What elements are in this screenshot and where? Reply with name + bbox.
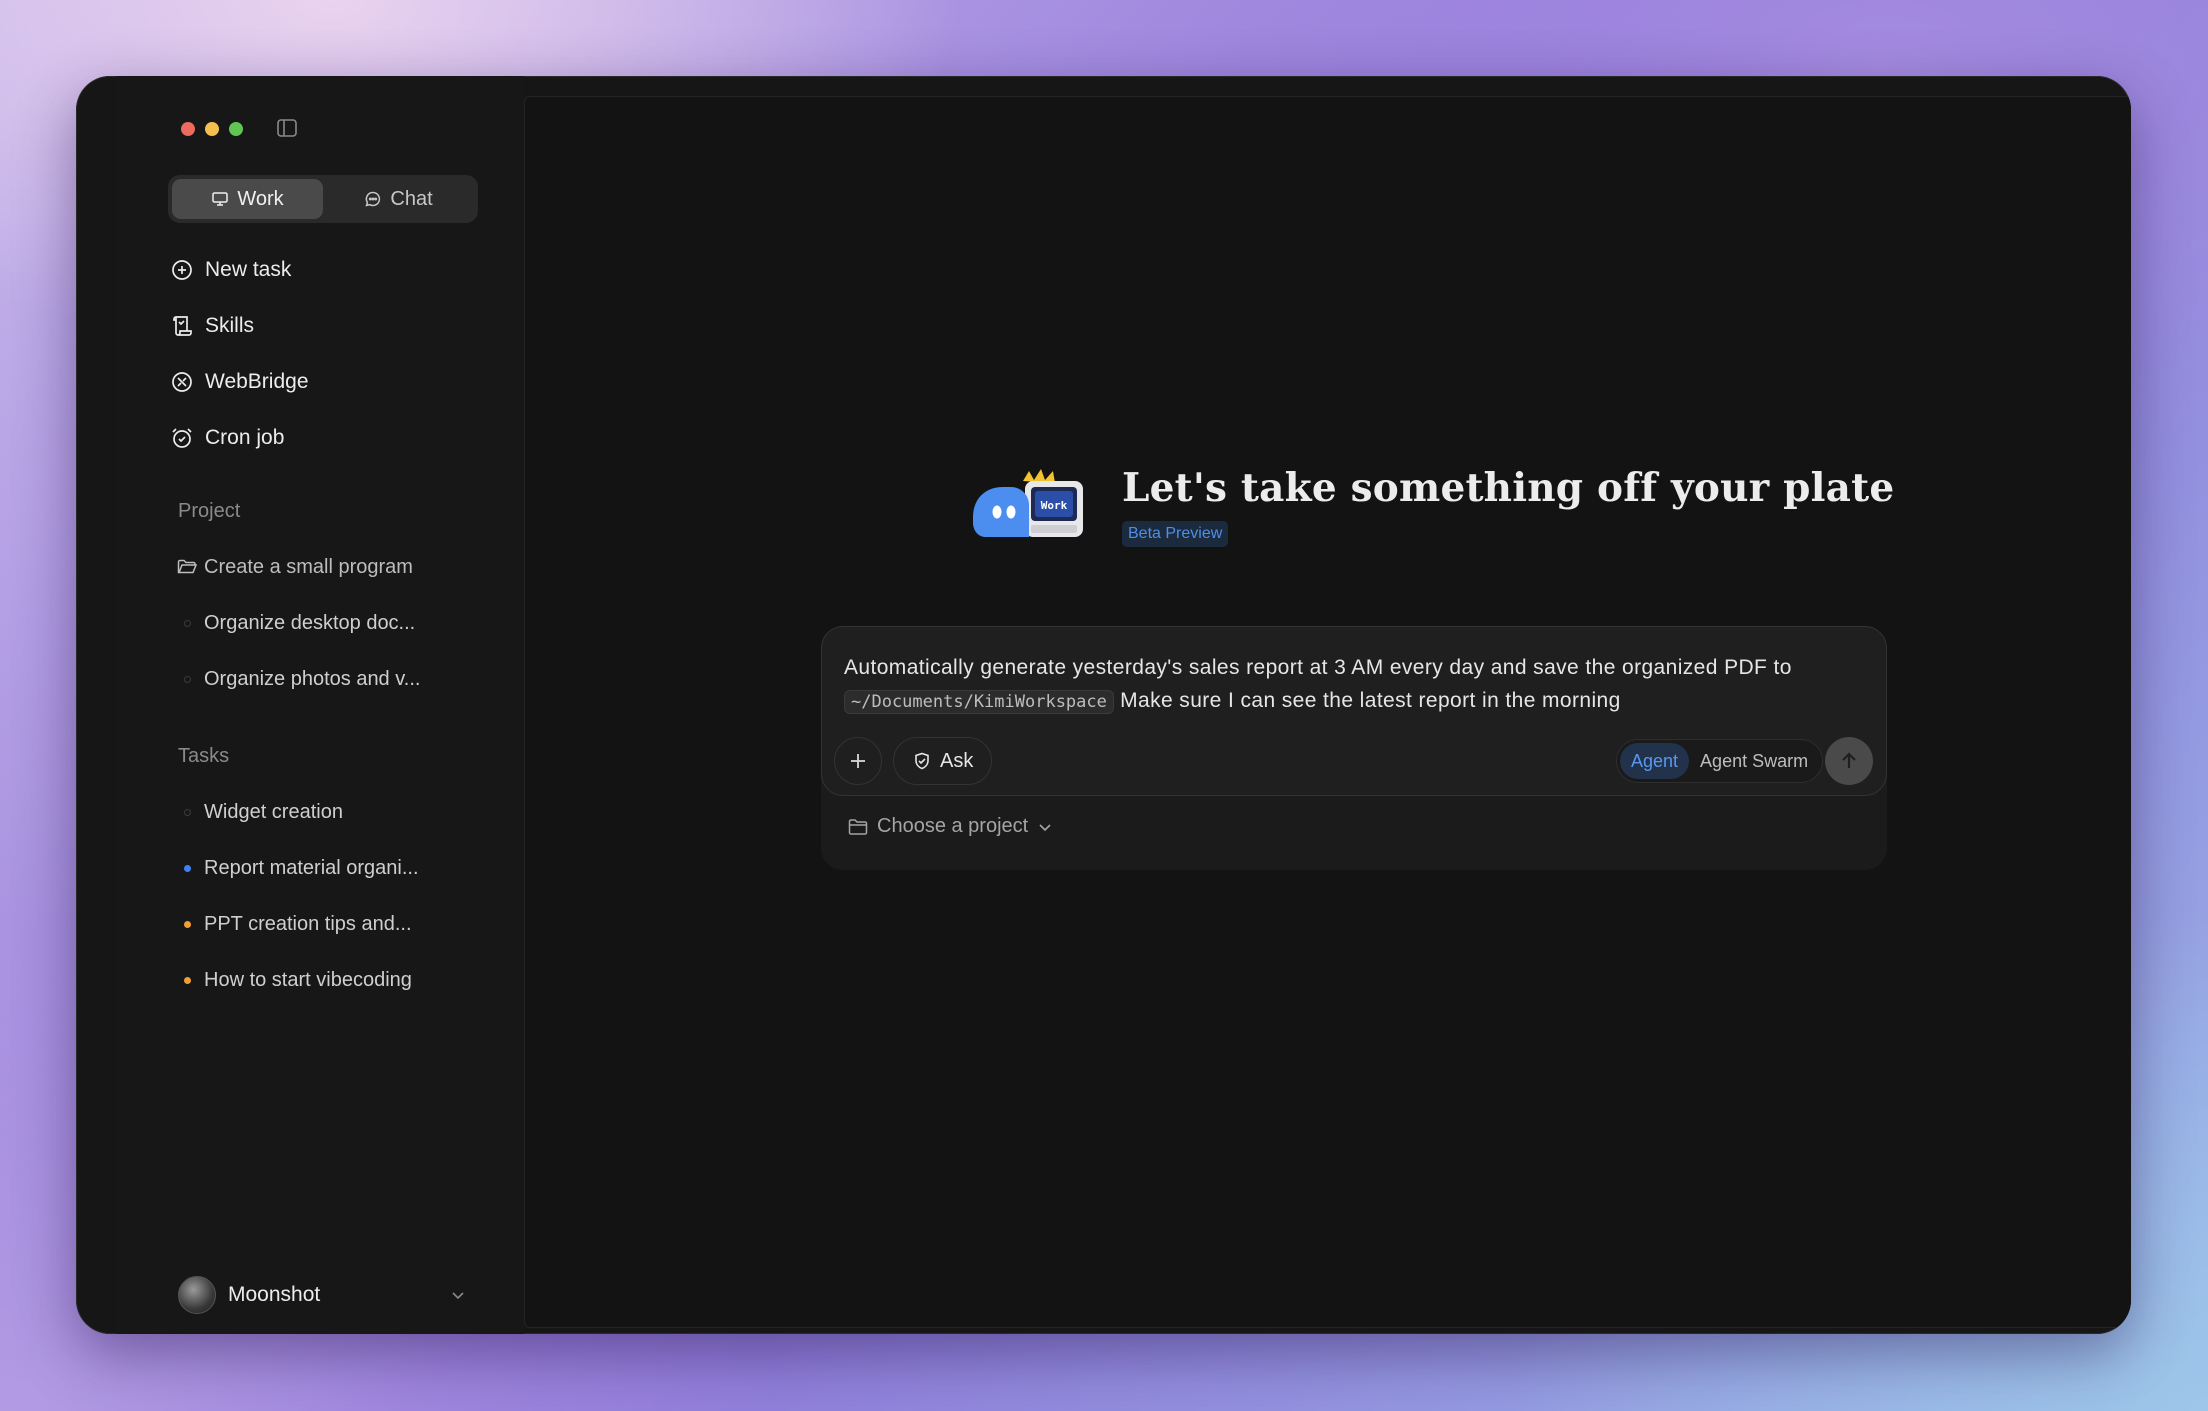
tab-chat-label: Chat <box>390 187 433 210</box>
status-dot <box>183 808 191 816</box>
task-item-label: PPT creation tips and... <box>204 912 412 935</box>
chevron-down-icon <box>1039 823 1051 831</box>
ask-mode-button[interactable]: Ask <box>893 737 993 785</box>
status-dot <box>183 864 191 872</box>
status-dot <box>183 976 191 984</box>
zoom-window-button[interactable] <box>229 122 243 136</box>
path-chip[interactable]: ~/Documents/KimiWorkspace <box>844 690 1114 714</box>
agent-option[interactable]: Agent <box>1620 743 1690 779</box>
tab-work[interactable]: Work <box>172 179 323 219</box>
monitor-icon <box>212 192 229 206</box>
bridge-icon <box>172 372 192 392</box>
prompt-text: Make sure I can see the latest report in… <box>1120 689 1621 712</box>
composer: Automatically generate yesterday's sales… <box>821 626 1887 796</box>
sidebar-toggle-icon[interactable] <box>276 117 298 139</box>
sidebar-item-new-task[interactable]: New task <box>170 242 490 298</box>
choose-project-dropdown[interactable]: Choose a project <box>847 815 1054 838</box>
project-section-label: Project <box>178 500 241 522</box>
folder-icon <box>848 818 868 835</box>
avatar <box>178 1276 216 1314</box>
tab-chat[interactable]: Chat <box>323 179 474 219</box>
add-attachment-button[interactable] <box>834 737 882 785</box>
page-title: Let's take something off your plate <box>1122 465 1895 511</box>
kimi-work-mascot-icon: Work <box>973 469 1083 537</box>
arrow-up-icon <box>1842 752 1856 768</box>
task-list: Widget creation Report material organi..… <box>170 784 490 1008</box>
task-item[interactable]: How to start vibecoding <box>170 952 490 1008</box>
project-item-label: Organize photos and v... <box>204 667 421 690</box>
composer-container: Automatically generate yesterday's sales… <box>821 626 1887 870</box>
status-dot <box>183 920 191 928</box>
sidebar-item-webbridge[interactable]: WebBridge <box>170 354 490 410</box>
scroll-icon <box>173 316 192 336</box>
app-window: Work Chat New task Skills WebBridge Cron… <box>76 76 2131 1334</box>
folder-open-icon <box>177 559 198 574</box>
project-item[interactable]: Create a small program <box>170 539 490 595</box>
tasks-section-label: Tasks <box>178 745 230 767</box>
project-item-label: Create a small program <box>204 555 413 578</box>
user-name: Moonshot <box>228 1283 321 1306</box>
alarm-clock-icon <box>172 428 192 448</box>
task-item-label: Report material organi... <box>204 856 419 879</box>
choose-project-label: Choose a project <box>877 815 1029 837</box>
minimize-window-button[interactable] <box>205 122 219 136</box>
sidebar-item-label: WebBridge <box>205 370 309 393</box>
project-item[interactable]: Organize desktop doc... <box>170 595 490 651</box>
ask-label: Ask <box>940 749 974 772</box>
agent-mode-toggle: Agent Agent Swarm <box>1616 739 1824 783</box>
sidebar-item-label: New task <box>205 258 292 281</box>
sidebar-item-label: Skills <box>205 314 255 337</box>
sidebar: Work Chat New task Skills WebBridge Cron… <box>116 76 524 1334</box>
status-dot <box>183 619 191 627</box>
task-item[interactable]: Report material organi... <box>170 840 490 896</box>
sidebar-nav: New task Skills WebBridge Cron job <box>170 242 490 466</box>
prompt-text: Automatically generate yesterday's sales… <box>844 656 1792 679</box>
sidebar-item-label: Cron job <box>205 426 285 449</box>
agent-swarm-option[interactable]: Agent Swarm <box>1689 743 1819 779</box>
main-panel: Work Let's take something off your plate… <box>524 96 2131 1328</box>
window-controls <box>181 122 243 136</box>
chevron-down-icon <box>452 1292 464 1300</box>
chat-bubble-icon <box>365 191 381 207</box>
project-item[interactable]: Organize photos and v... <box>170 651 490 707</box>
mascot-badge-label: Work <box>1041 499 1068 512</box>
tab-work-label: Work <box>237 187 284 210</box>
send-button[interactable] <box>1825 737 1873 785</box>
shield-check-icon <box>915 752 929 770</box>
task-item-label: Widget creation <box>204 800 343 823</box>
plus-icon <box>851 754 865 768</box>
task-item[interactable]: PPT creation tips and... <box>170 896 490 952</box>
sidebar-item-cron-job[interactable]: Cron job <box>170 410 490 466</box>
prompt-input[interactable]: Automatically generate yesterday's sales… <box>844 651 1864 719</box>
sidebar-item-skills[interactable]: Skills <box>170 298 490 354</box>
status-dot <box>183 675 191 683</box>
close-window-button[interactable] <box>181 122 195 136</box>
plus-circle-icon <box>172 260 192 280</box>
user-menu[interactable]: Moonshot <box>178 1273 468 1317</box>
project-list: Create a small program Organize desktop … <box>170 539 490 707</box>
task-item[interactable]: Widget creation <box>170 784 490 840</box>
beta-badge: Beta Preview <box>1122 521 1229 547</box>
project-item-label: Organize desktop doc... <box>204 611 416 634</box>
task-item-label: How to start vibecoding <box>204 968 412 991</box>
mode-switch: Work Chat <box>168 175 478 223</box>
